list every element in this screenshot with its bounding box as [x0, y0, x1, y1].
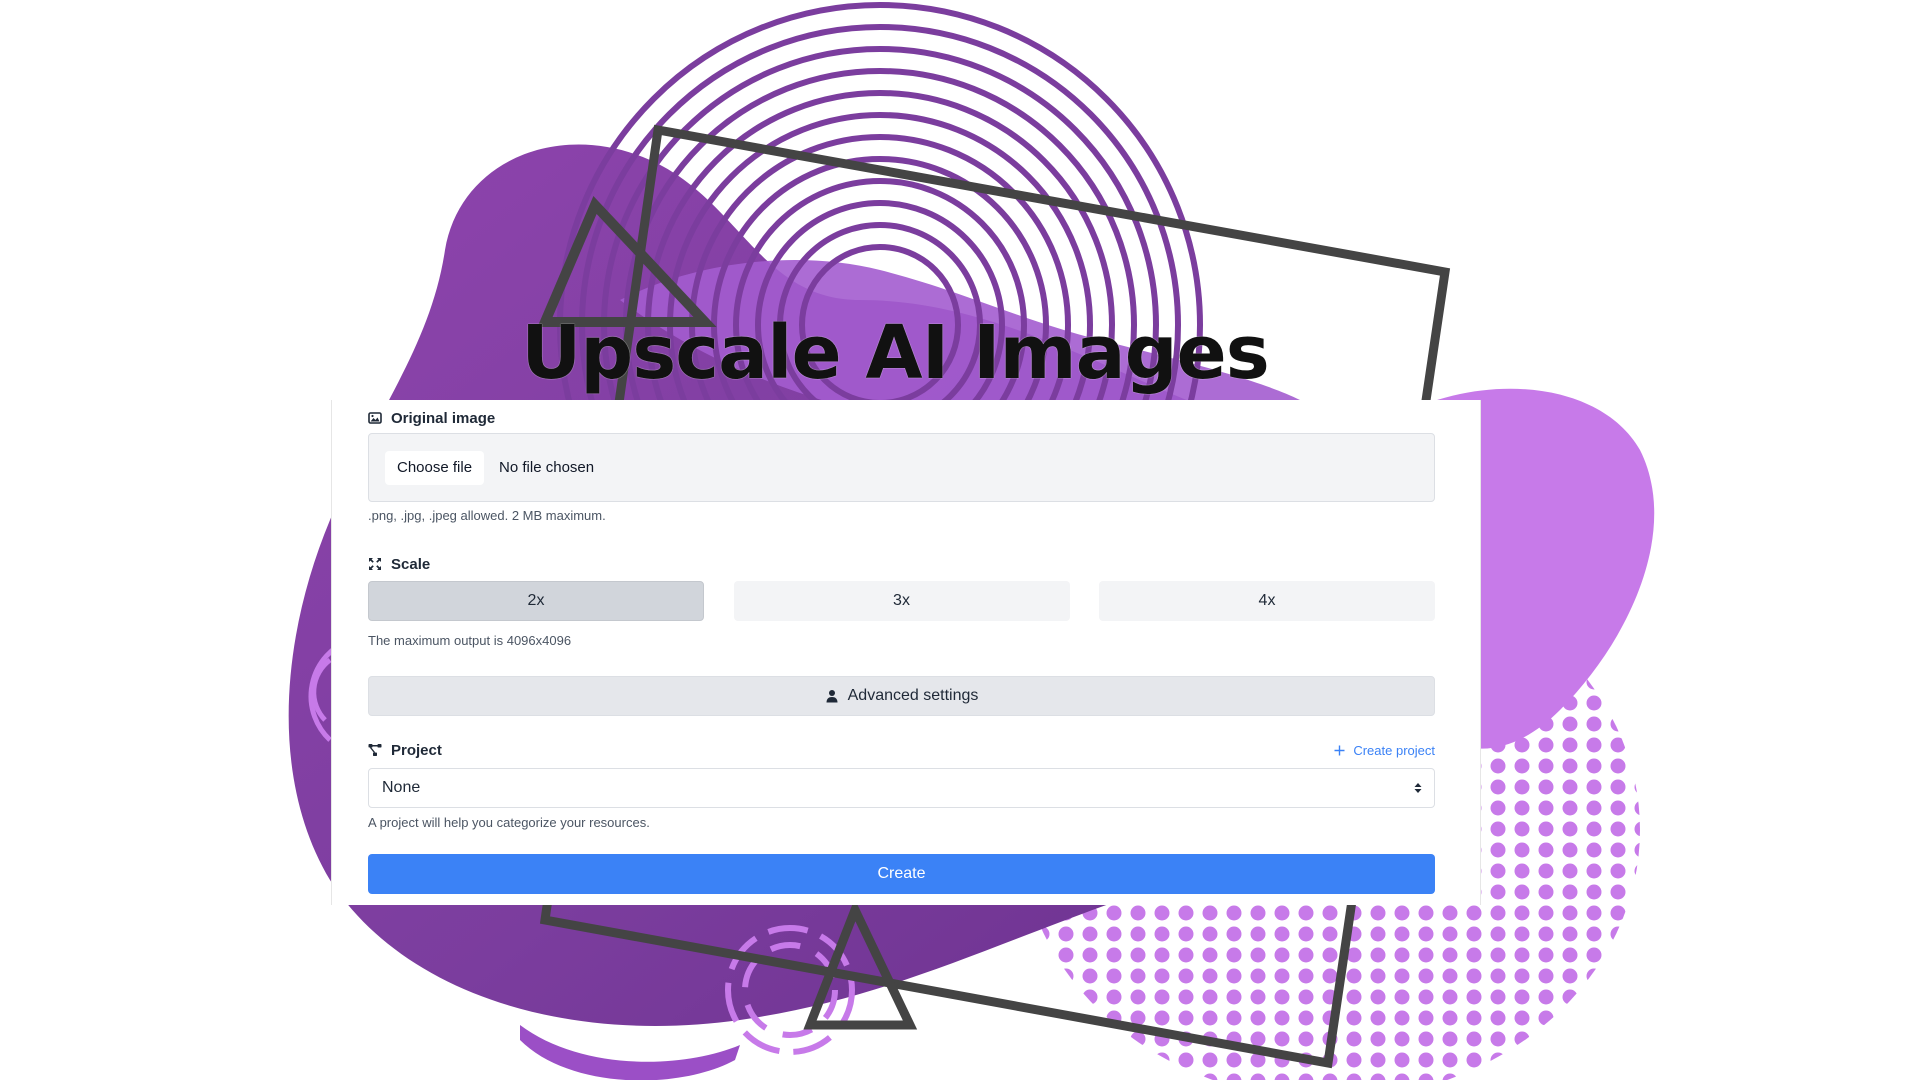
- project-help-text: A project will help you categorize your …: [368, 815, 650, 830]
- original-image-label: Original image: [391, 409, 496, 427]
- project-select-wrapper: None: [368, 768, 1435, 808]
- project-label-row: Project: [368, 740, 442, 760]
- file-input[interactable]: Choose file No file chosen: [368, 433, 1435, 502]
- scale-options: 2x 3x 4x: [368, 581, 1435, 621]
- advanced-settings-label: Advanced settings: [847, 687, 979, 704]
- scale-option-2x[interactable]: 2x: [368, 581, 704, 621]
- scale-help-text: The maximum output is 4096x4096: [368, 633, 572, 648]
- select-arrows-icon: [1414, 783, 1422, 793]
- plus-icon: [1334, 745, 1345, 755]
- create-button-wrapper: Create: [368, 854, 1435, 894]
- share-nodes-icon: [368, 744, 382, 756]
- file-status: No file chosen: [499, 459, 595, 476]
- page-title: Upscale AI Images: [521, 310, 1270, 396]
- create-project-link[interactable]: Create project: [1334, 743, 1435, 758]
- project-select-value: None: [382, 779, 421, 796]
- create-button[interactable]: Create: [368, 854, 1435, 894]
- file-input-wrapper: Choose file No file chosen: [368, 433, 1435, 502]
- scale-label-row: Scale: [368, 554, 1435, 574]
- image-icon: [368, 412, 382, 424]
- scale-label-wrapper: Scale: [368, 554, 1435, 574]
- scale-label: Scale: [391, 555, 431, 573]
- purple-swoosh: [520, 1025, 740, 1080]
- project-header: Project Create project: [368, 740, 1435, 760]
- advanced-settings-button[interactable]: Advanced settings: [368, 676, 1435, 716]
- user-icon: [826, 690, 838, 703]
- project-select[interactable]: None: [368, 768, 1435, 808]
- expand-icon: [369, 558, 381, 570]
- advanced-settings-wrapper: Advanced settings: [368, 676, 1435, 716]
- original-image-label-row: Original image: [368, 408, 1435, 428]
- scale-option-4x[interactable]: 4x: [1099, 581, 1435, 621]
- create-project-label: Create project: [1353, 742, 1435, 758]
- file-help-text: .png, .jpg, .jpeg allowed. 2 MB maximum.: [368, 508, 606, 523]
- project-label: Project: [391, 741, 442, 759]
- upscale-form-panel: Original image Choose file No file chose…: [331, 400, 1481, 905]
- original-image-section: Original image: [368, 408, 1435, 428]
- choose-file-button[interactable]: Choose file: [385, 450, 485, 485]
- scale-option-3x[interactable]: 3x: [733, 581, 1070, 621]
- page: Upscale AI Images Original image Choose …: [0, 0, 1920, 1080]
